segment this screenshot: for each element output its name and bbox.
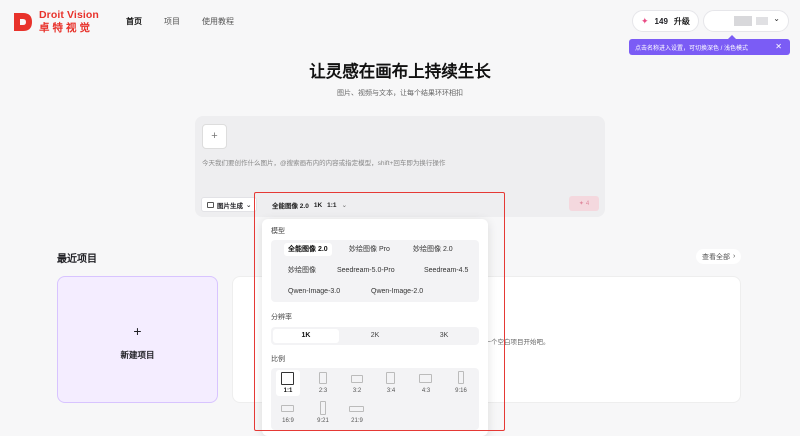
ratio-2-3-icon — [319, 372, 327, 384]
close-icon[interactable]: ✕ — [775, 42, 782, 51]
sparkle-icon: ✦ — [641, 15, 649, 26]
brand-name-en: Droit Vision — [39, 9, 99, 21]
ratio-option[interactable]: 9:21 — [311, 400, 335, 426]
nav-projects[interactable]: 项目 — [164, 16, 180, 27]
droit-logo-icon — [12, 11, 34, 33]
view-all-button[interactable]: 查看全部 › — [696, 249, 742, 264]
model-option[interactable]: 妙绘图像 Pro — [345, 243, 394, 256]
params-dropdown-panel: 模型 全能图像 2.0 妙绘图像 Pro 妙绘图像 2.0 妙绘图像 Seedr… — [262, 219, 488, 436]
model-options: 全能图像 2.0 妙绘图像 Pro 妙绘图像 2.0 妙绘图像 Seedream… — [271, 240, 479, 302]
view-all-label: 查看全部 — [702, 253, 730, 261]
brand-name-cn: 卓特视觉 — [39, 21, 93, 34]
ratio-1-1-icon — [281, 372, 294, 385]
ratio-label: 3:4 — [386, 388, 396, 394]
model-option[interactable]: Seedream-4.5 — [420, 264, 472, 277]
ratio-label: 3:2 — [352, 388, 362, 394]
mode-label: 图片生成 — [217, 202, 243, 210]
chevron-down-icon: ⌄ — [773, 14, 780, 23]
ratio-21-9-icon — [349, 406, 364, 412]
model-option[interactable]: Qwen-Image-3.0 — [284, 285, 344, 298]
ratio-option[interactable]: 16:9 — [276, 400, 300, 426]
prompt-composer[interactable]: + 今天我们要创作什么图片，@搜索画布内的内容或指定模型，shift+回车即为换… — [195, 116, 605, 217]
ratio-label: 9:16 — [455, 388, 467, 394]
ratio-section-label: 比例 — [271, 356, 285, 363]
ratio-16-9-icon — [281, 405, 294, 412]
model-option[interactable]: Qwen-Image-2.0 — [367, 285, 427, 298]
generation-params-select[interactable]: 全能图像 2.0 1K 1:1 ⌄ — [268, 198, 351, 212]
ratio-label: 9:21 — [317, 418, 329, 424]
theme-hint-toast: 点击名称进入设置，可切换深色 / 浅色模式 ✕ — [629, 35, 790, 55]
ratio-label: 21:9 — [351, 418, 363, 424]
chevron-right-icon: › — [733, 253, 736, 260]
model-option[interactable]: 全能图像 2.0 — [284, 243, 332, 256]
ratio-9-16-icon — [458, 371, 464, 384]
resolution-options: 1K 2K 3K — [271, 327, 479, 345]
ratio-option[interactable]: 2:3 — [311, 370, 335, 396]
hero-subtitle: 图片、视频与文本，让每个结果环环相扣 — [337, 90, 463, 97]
params-ratio: 1:1 — [327, 201, 337, 209]
model-section-label: 模型 — [271, 228, 285, 235]
upgrade-button[interactable]: 升级 — [674, 16, 690, 27]
hero-title: 让灵感在画布上持续生长 — [309, 63, 491, 81]
credits-pill[interactable]: ✦ 149 升级 — [632, 10, 699, 32]
logo[interactable]: Droit Vision 卓特视觉 — [12, 10, 99, 33]
ratio-option[interactable]: 3:4 — [379, 370, 403, 396]
model-option[interactable]: 妙绘图像 — [284, 264, 320, 277]
ratio-3-4-icon — [386, 372, 395, 384]
ratio-label: 4:3 — [421, 388, 431, 394]
toast-text: 点击名称进入设置，可切换深色 / 浅色模式 — [635, 45, 749, 52]
user-menu[interactable]: ⌄ — [703, 10, 789, 32]
params-resolution: 1K — [313, 201, 323, 209]
chevron-down-icon: ⌄ — [246, 201, 252, 209]
params-model: 全能图像 2.0 — [272, 203, 309, 210]
ratio-option[interactable]: 3:2 — [345, 370, 369, 396]
empty-projects-text: 建一个空白项目开始吧。 — [478, 339, 550, 346]
resolution-option[interactable]: 1K — [273, 329, 339, 343]
credits-count: 149 — [654, 16, 668, 26]
resolution-section-label: 分辨率 — [271, 314, 292, 321]
upload-image-button[interactable]: + — [202, 124, 227, 149]
new-project-label: 新建项目 — [120, 350, 155, 360]
redacted-username — [756, 17, 768, 25]
redacted-avatar — [734, 16, 752, 26]
main-nav: 首页 项目 使用教程 — [126, 16, 234, 27]
plus-icon: + — [133, 323, 142, 339]
recent-projects-title: 最近项目 — [57, 254, 97, 265]
send-button[interactable]: ✦ 4 — [569, 196, 599, 211]
sparkle-icon: ✦ — [578, 201, 584, 207]
resolution-option[interactable]: 3K — [411, 329, 477, 343]
mode-select[interactable]: 图片生成 ⌄ — [201, 197, 258, 212]
ratio-4-3-icon — [419, 374, 432, 383]
prompt-input[interactable]: 今天我们要创作什么图片，@搜索画布内的内容或指定模型，shift+回车即为换行操… — [202, 157, 445, 167]
ratio-9-21-icon — [320, 401, 326, 415]
ratio-label: 1:1 — [283, 388, 293, 394]
ratio-option[interactable]: 21:9 — [345, 400, 369, 426]
ratio-label: 2:3 — [318, 388, 328, 394]
resolution-option[interactable]: 2K — [342, 329, 408, 343]
new-project-card[interactable]: + 新建项目 — [57, 276, 218, 403]
model-option[interactable]: 妙绘图像 2.0 — [409, 243, 457, 256]
toast-caret — [728, 35, 736, 39]
nav-tutorial[interactable]: 使用教程 — [202, 16, 234, 27]
ratio-option[interactable]: 4:3 — [414, 370, 438, 396]
ratio-label: 16:9 — [282, 418, 294, 424]
send-cost: 4 — [585, 200, 590, 207]
chevron-down-icon: ⌄ — [341, 202, 348, 209]
model-option[interactable]: Seedream-5.0-Pro — [333, 264, 399, 277]
nav-home[interactable]: 首页 — [126, 16, 142, 27]
ratio-3-2-icon — [351, 375, 363, 383]
top-bar: Droit Vision 卓特视觉 首页 项目 使用教程 ✦ 149 升级 ⌄ — [0, 0, 800, 42]
ratio-option[interactable]: 9:16 — [449, 370, 473, 396]
ratio-options: 1:1 2:3 3:2 3:4 4:3 9:16 16:9 9:21 21:9 — [271, 368, 479, 430]
image-icon — [207, 201, 214, 208]
ratio-option[interactable]: 1:1 — [276, 370, 300, 396]
